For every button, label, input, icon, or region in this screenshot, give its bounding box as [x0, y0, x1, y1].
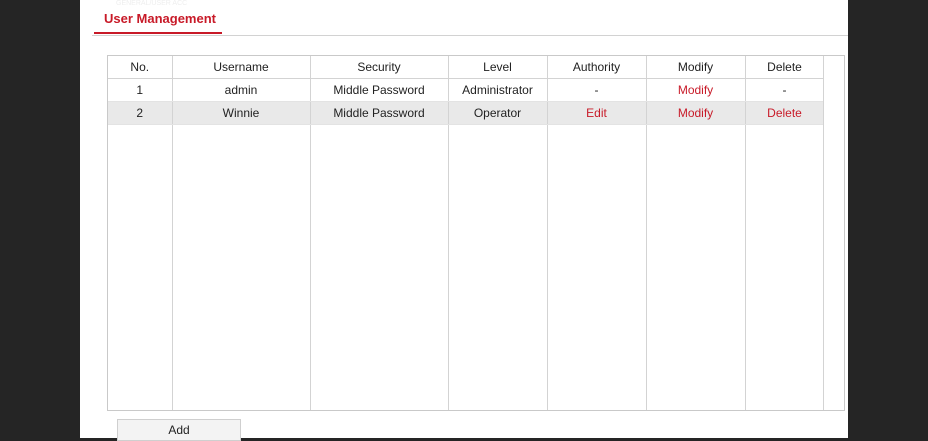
- cell-no: 1: [108, 78, 173, 102]
- cell-no: 2: [108, 101, 173, 125]
- cell-level: Administrator: [448, 78, 548, 102]
- column-header-authority: Authority: [547, 56, 647, 79]
- empty-cell: [172, 124, 311, 410]
- column-header-no: No.: [108, 56, 173, 79]
- cell-authority: -: [547, 78, 647, 102]
- column-header-delete: Delete: [745, 56, 825, 79]
- empty-cell: [547, 124, 647, 410]
- cell-security: Middle Password: [310, 78, 449, 102]
- scrollbar-gutter[interactable]: [823, 56, 844, 410]
- table-row[interactable]: 1 admin Middle Password Administrator - …: [108, 78, 825, 102]
- tab-divider: [92, 35, 848, 36]
- column-header-security: Security: [310, 56, 449, 79]
- empty-table-area: [108, 124, 825, 410]
- cell-username: Winnie: [172, 101, 311, 125]
- modify-link[interactable]: Modify: [646, 78, 746, 102]
- edit-authority-link[interactable]: Edit: [547, 101, 647, 125]
- modify-link[interactable]: Modify: [646, 101, 746, 125]
- tab-user-management[interactable]: User Management: [94, 8, 222, 34]
- delete-link[interactable]: Delete: [745, 101, 825, 125]
- column-header-modify: Modify: [646, 56, 746, 79]
- faded-header-text: GENERAL/USER ACC: [116, 0, 188, 7]
- empty-cell: [646, 124, 746, 410]
- empty-cell: [108, 124, 173, 410]
- user-table: No. Username Security Level Authority Mo…: [107, 55, 845, 411]
- cell-level: Operator: [448, 101, 548, 125]
- empty-cell: [448, 124, 548, 410]
- column-header-username: Username: [172, 56, 311, 79]
- table-row[interactable]: 2 Winnie Middle Password Operator Edit M…: [108, 101, 825, 125]
- table-header-row: No. Username Security Level Authority Mo…: [108, 56, 825, 79]
- tab-bar: GENERAL/USER ACC User Management: [80, 0, 848, 36]
- column-header-level: Level: [448, 56, 548, 79]
- empty-cell: [745, 124, 825, 410]
- cell-delete: -: [745, 78, 825, 102]
- empty-cell: [310, 124, 449, 410]
- user-management-panel: GENERAL/USER ACC User Management No. Use…: [80, 0, 848, 441]
- cell-username: admin: [172, 78, 311, 102]
- cell-security: Middle Password: [310, 101, 449, 125]
